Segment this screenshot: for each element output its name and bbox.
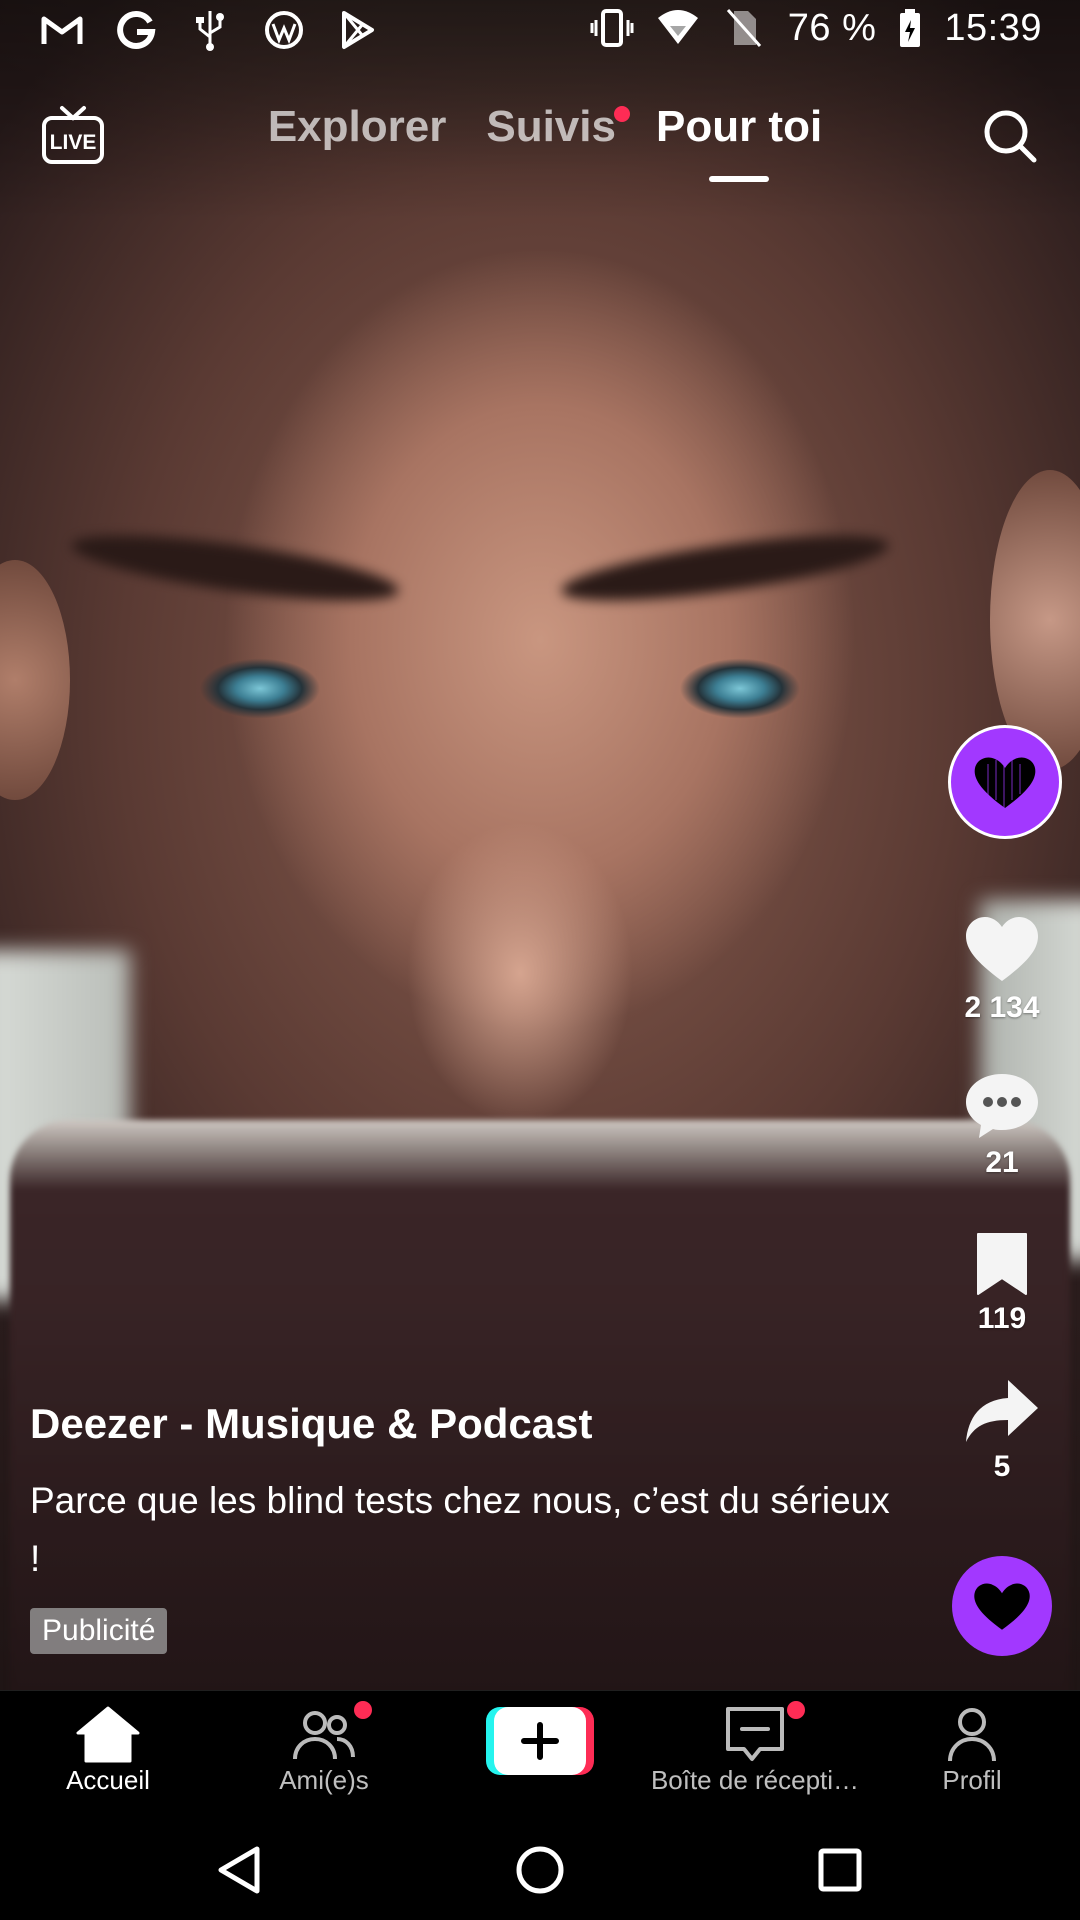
feed-tabs: Explorer Suivis Pour toi bbox=[0, 102, 1080, 182]
system-nav-bar bbox=[0, 1815, 1080, 1920]
battery-percent: 76 % bbox=[787, 6, 877, 49]
notification-dot bbox=[354, 1701, 372, 1719]
friends-icon bbox=[293, 1711, 355, 1760]
tab-suivis-label: Suivis bbox=[486, 102, 616, 151]
bookmark-button[interactable]: 119 bbox=[942, 1232, 1062, 1336]
deezer-heart-icon bbox=[974, 1583, 1030, 1630]
video-caption: Deezer - Musique & Podcast Parce que les… bbox=[30, 1400, 890, 1654]
wordpress-icon bbox=[262, 8, 306, 52]
comment-bubble-icon bbox=[966, 1074, 1038, 1138]
nav-amis[interactable]: Ami(e)s bbox=[214, 1701, 434, 1796]
share-count: 5 bbox=[993, 1450, 1011, 1483]
nav-accueil[interactable]: Accueil bbox=[0, 1705, 218, 1796]
system-icons: 76 % 15:39 bbox=[590, 6, 1042, 50]
comment-count: 21 bbox=[985, 1146, 1019, 1179]
nav-profil-label: Profil bbox=[942, 1765, 1002, 1795]
like-count: 2 134 bbox=[964, 991, 1040, 1024]
creator-avatar[interactable] bbox=[948, 725, 1062, 839]
search-icon bbox=[984, 110, 1037, 163]
plus-icon bbox=[486, 1707, 594, 1775]
like-button[interactable]: 2 134 bbox=[942, 915, 1062, 1025]
nav-profil[interactable]: Profil bbox=[862, 1705, 1080, 1796]
home-button[interactable] bbox=[513, 1843, 567, 1897]
video-frame-eye-left bbox=[160, 650, 360, 720]
nav-boite-reception[interactable]: Boîte de récepti… bbox=[645, 1701, 865, 1796]
battery-charging-icon bbox=[898, 6, 922, 50]
recents-button[interactable] bbox=[813, 1843, 867, 1897]
profile-icon bbox=[948, 1708, 996, 1762]
wifi-icon bbox=[656, 6, 700, 50]
notification-dot bbox=[613, 106, 630, 122]
bookmark-icon bbox=[977, 1233, 1027, 1295]
tab-pour-toi-label: Pour toi bbox=[655, 102, 823, 151]
inbox-icon bbox=[726, 1707, 784, 1761]
video-frame-brow-left bbox=[68, 522, 402, 614]
heart-icon bbox=[966, 917, 1038, 981]
recents-square-icon bbox=[818, 1848, 862, 1892]
vibrate-icon bbox=[590, 6, 634, 50]
clock: 15:39 bbox=[944, 6, 1042, 49]
active-tab-indicator bbox=[709, 176, 770, 182]
video-frame-ear-left bbox=[0, 560, 70, 800]
video-frame-brow-right bbox=[558, 522, 892, 614]
sound-disc[interactable] bbox=[952, 1556, 1052, 1656]
home-circle-icon bbox=[516, 1846, 564, 1894]
notification-dot bbox=[787, 1701, 805, 1719]
nav-boite-reception-label: Boîte de récepti… bbox=[650, 1765, 860, 1795]
ad-badge: Publicité bbox=[30, 1608, 168, 1654]
create-button[interactable] bbox=[486, 1705, 594, 1777]
comment-button[interactable]: 21 bbox=[942, 1070, 1062, 1180]
play-store-icon bbox=[336, 8, 380, 52]
notification-icons bbox=[40, 8, 380, 52]
tab-explorer-label: Explorer bbox=[267, 102, 447, 151]
tab-pour-toi[interactable]: Pour toi bbox=[655, 102, 823, 182]
search-button[interactable] bbox=[980, 106, 1040, 166]
status-bar: 76 % 15:39 bbox=[0, 0, 1080, 62]
share-button[interactable]: 5 bbox=[942, 1378, 1062, 1484]
nav-amis-label: Ami(e)s bbox=[279, 1765, 369, 1795]
deezer-heart-icon bbox=[974, 757, 1036, 808]
gmail-icon bbox=[40, 8, 84, 52]
author-name[interactable]: Deezer - Musique & Podcast bbox=[30, 1400, 890, 1448]
back-button[interactable] bbox=[213, 1843, 267, 1897]
usb-icon bbox=[188, 8, 232, 52]
video-frame-nose bbox=[370, 700, 670, 1120]
home-icon bbox=[76, 1706, 140, 1763]
bottom-nav: Accueil Ami(e)s Boîte de récepti… Profil bbox=[0, 1690, 1080, 1816]
tab-suivis[interactable]: Suivis bbox=[486, 102, 630, 152]
tab-explorer[interactable]: Explorer bbox=[268, 102, 447, 152]
video-frame-eye-right bbox=[640, 650, 840, 720]
nav-accueil-label: Accueil bbox=[66, 1765, 150, 1795]
back-triangle-icon bbox=[218, 1846, 260, 1894]
top-nav: LIVE Explorer Suivis Pour toi bbox=[0, 96, 1080, 196]
google-icon bbox=[114, 8, 158, 52]
share-arrow-icon bbox=[966, 1380, 1038, 1442]
bookmark-count: 119 bbox=[977, 1302, 1027, 1335]
video-description[interactable]: Parce que les blind tests chez nous, c’e… bbox=[30, 1472, 890, 1588]
no-sim-icon bbox=[722, 6, 766, 50]
